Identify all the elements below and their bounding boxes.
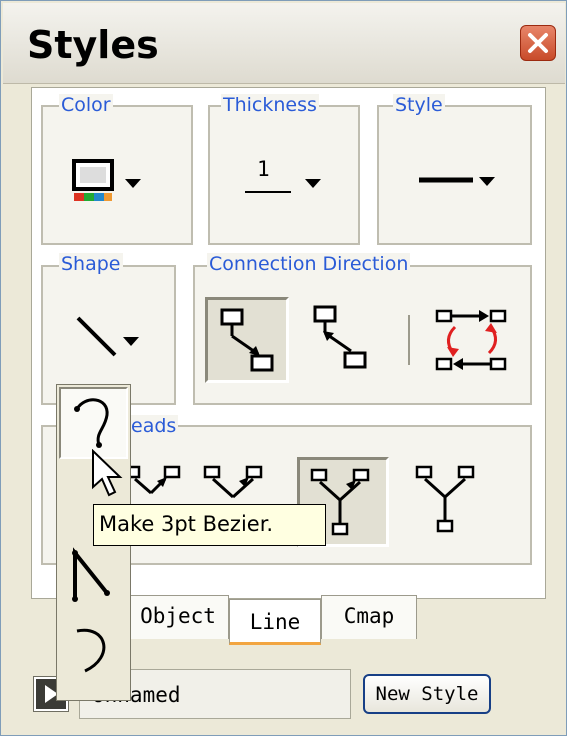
new-style-button[interactable]: New Style xyxy=(363,674,491,714)
solid-line-style-icon xyxy=(419,177,473,183)
line-thickness-icon xyxy=(245,191,291,193)
close-icon xyxy=(528,33,548,53)
arrowhead-none-icon xyxy=(415,465,475,533)
chevron-down-icon xyxy=(125,179,141,188)
shape-option-polyline[interactable] xyxy=(59,541,128,611)
shape-button[interactable] xyxy=(71,303,161,363)
line-style-button[interactable] xyxy=(413,151,505,207)
tab-cmap[interactable]: Cmap xyxy=(321,595,417,639)
connection-forward-icon xyxy=(220,308,274,372)
chevron-down-icon xyxy=(305,179,321,188)
tab-object-label: Object xyxy=(140,604,216,628)
polyline-icon xyxy=(72,547,110,602)
connection-bidirectional-button[interactable] xyxy=(425,297,519,383)
tab-object[interactable]: Object xyxy=(127,595,229,639)
connection-divider xyxy=(408,315,410,365)
connection-backward-button[interactable] xyxy=(301,297,385,383)
thickness-button[interactable]: 1 xyxy=(241,151,333,207)
arrowheads-group-label: eads xyxy=(129,415,179,437)
tab-line-label: Line xyxy=(249,610,301,634)
mouse-cursor-icon xyxy=(92,449,123,497)
color-button[interactable] xyxy=(71,151,163,207)
connection-bidirectional-icon xyxy=(435,309,507,371)
tab-line[interactable]: Line xyxy=(229,599,321,645)
window-title: Styles xyxy=(27,23,159,67)
tab-cmap-label: Cmap xyxy=(343,604,395,628)
connection-forward-button[interactable] xyxy=(205,297,289,383)
connection-direction-group-label: Connection Direction xyxy=(207,253,411,275)
monitor-color-icon xyxy=(72,159,114,201)
chevron-down-icon xyxy=(123,337,139,346)
color-group-label: Color xyxy=(59,94,113,116)
arc-icon xyxy=(76,628,106,673)
shape-option-arc[interactable] xyxy=(59,615,128,685)
thickness-value: 1 xyxy=(257,157,270,181)
arrowhead-none-button[interactable] xyxy=(405,457,497,547)
thickness-group-label: Thickness xyxy=(221,94,319,116)
connection-backward-icon xyxy=(313,305,367,369)
styles-window: Styles Color Thickness 1 Style Shape Con… xyxy=(0,0,567,736)
bezier-curve-icon xyxy=(74,398,109,448)
shape-group-label: Shape xyxy=(59,253,123,275)
close-button[interactable] xyxy=(520,25,556,61)
chevron-down-icon xyxy=(479,177,495,186)
style-group-label: Style xyxy=(393,94,445,116)
straight-line-shape-icon xyxy=(76,316,117,357)
tooltip: Make 3pt Bezier. xyxy=(93,504,326,546)
